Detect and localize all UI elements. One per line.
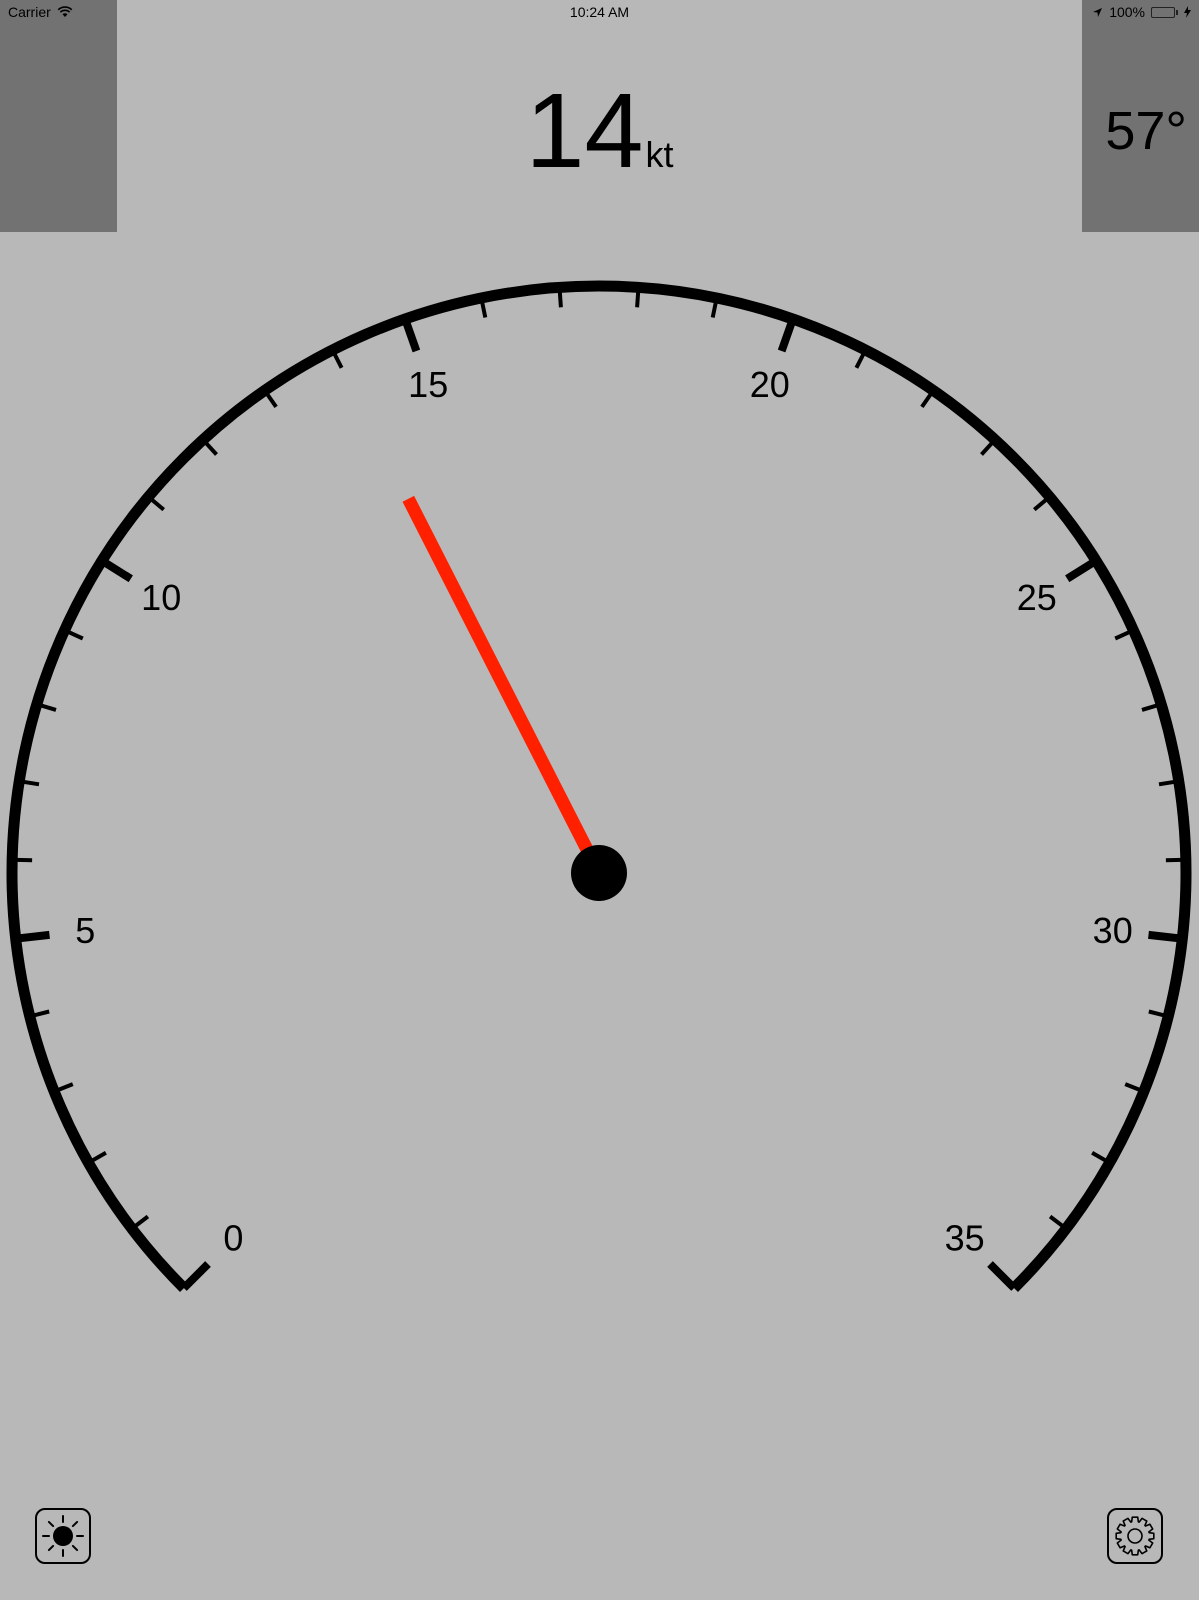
minor-tick (12, 857, 33, 863)
gauge-label-25: 25 (1017, 577, 1057, 618)
gauge-hub (571, 845, 627, 901)
minor-tick (980, 438, 997, 456)
gauge-labels: 0 5 10 15 20 25 30 35 (75, 364, 1132, 1259)
gauge-label-15: 15 (408, 364, 448, 405)
gauge-label-0: 0 (223, 1218, 243, 1259)
minor-tick (1048, 1214, 1068, 1231)
location-arrow-icon (1093, 7, 1103, 17)
major-tick (1065, 557, 1099, 583)
sun-icon (42, 1515, 84, 1557)
status-right: 100% (1092, 4, 1191, 20)
minor-tick (635, 287, 641, 308)
gauge-label-20: 20 (750, 364, 790, 405)
minor-tick (1033, 495, 1051, 512)
gauge-label-10: 10 (141, 577, 181, 618)
major-tick (181, 1261, 211, 1291)
major-tick (99, 557, 133, 583)
gauge-arc (6, 280, 1192, 1292)
battery-percent: 100% (1109, 4, 1145, 20)
minor-tick (1165, 857, 1186, 863)
major-tick (987, 1261, 1017, 1291)
status-time: 10:24 AM (569, 4, 630, 20)
minor-tick (557, 287, 563, 308)
brightness-button[interactable] (35, 1508, 91, 1564)
battery-icon (1151, 6, 1178, 18)
major-tick (401, 317, 421, 353)
minor-tick (201, 438, 218, 456)
minor-tick (147, 495, 165, 512)
major-tick (15, 930, 50, 943)
settings-button[interactable] (1107, 1508, 1163, 1564)
gauge-label-30: 30 (1093, 910, 1133, 951)
gauge-label-5: 5 (75, 910, 95, 951)
gauge-ticks (12, 287, 1186, 1291)
gear-icon (1115, 1516, 1155, 1556)
major-tick (1148, 930, 1183, 943)
status-bar: Carrier 10:24 AM 100% (0, 0, 1199, 26)
minor-tick (130, 1214, 150, 1231)
wind-speed-screen: Carrier 10:24 AM 100% 57° 14kt 0 5 10 15… (0, 0, 1199, 1600)
gauge-needle (402, 495, 605, 876)
speed-gauge: 0 5 10 15 20 25 30 35 (6, 280, 1192, 1292)
major-tick (777, 317, 797, 353)
charging-bolt-icon (1184, 6, 1191, 18)
gauge-label-35: 35 (945, 1218, 985, 1259)
